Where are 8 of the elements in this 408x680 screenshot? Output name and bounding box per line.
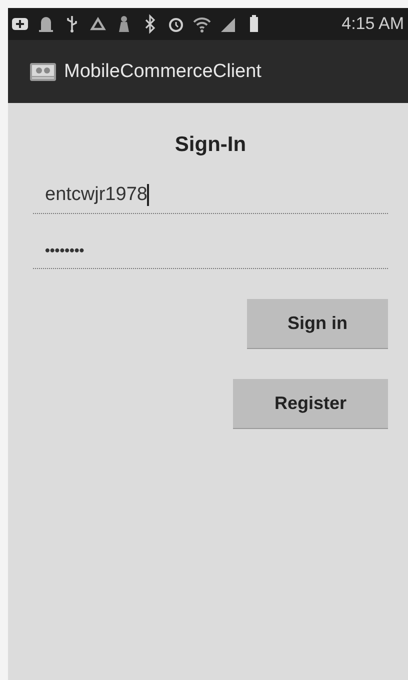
username-field[interactable]: entcwjr1978 <box>33 183 388 214</box>
sign-in-button[interactable]: Sign in <box>247 299 388 349</box>
sign-in-heading: Sign-In <box>174 133 246 157</box>
app-icon <box>30 62 56 82</box>
status-time: 4:15 AM <box>342 14 405 34</box>
register-button[interactable]: Register <box>233 379 388 429</box>
app-title: MobileCommerceClient <box>64 60 262 82</box>
password-field[interactable]: •••••••• <box>33 238 388 269</box>
